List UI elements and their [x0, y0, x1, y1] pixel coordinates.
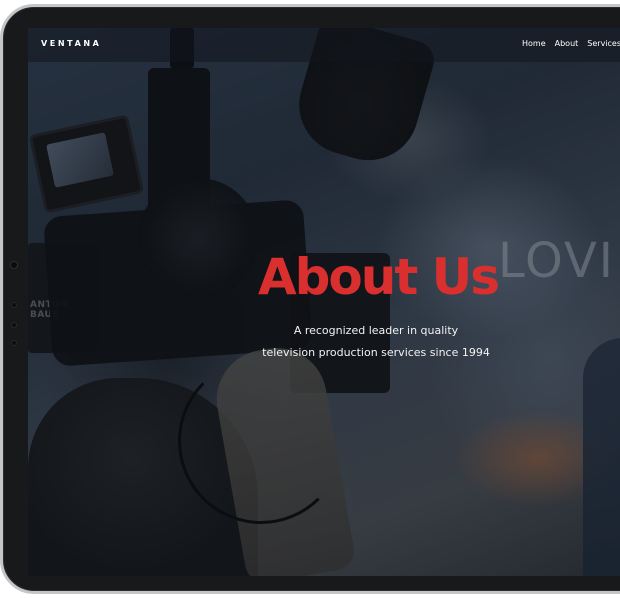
nav-link-about[interactable]: About [555, 39, 579, 48]
nav-links: Home About Services [522, 39, 620, 48]
tablet-camera [11, 262, 17, 268]
hero-title: About Us [257, 248, 500, 306]
tablet-sensor [12, 323, 16, 327]
nav-link-home[interactable]: Home [522, 39, 546, 48]
brand-logo[interactable]: VENTANA [41, 39, 101, 48]
hero-subtitle-line-1: A recognized leader in quality [293, 324, 459, 337]
website-screen: LOVI ANTON BAUE VENTANA Home About Servi… [28, 28, 620, 576]
tablet-sensor [12, 341, 16, 345]
page-stage: LOVI ANTON BAUE VENTANA Home About Servi… [0, 0, 620, 598]
nav-link-services[interactable]: Services [587, 39, 620, 48]
hero-subtitle-line-2: television production services since 199… [262, 346, 490, 359]
top-navbar: VENTANA Home About Services [28, 28, 620, 62]
hero-subtitle: A recognized leader in quality televisio… [28, 320, 620, 364]
tablet-sensor [12, 303, 16, 307]
